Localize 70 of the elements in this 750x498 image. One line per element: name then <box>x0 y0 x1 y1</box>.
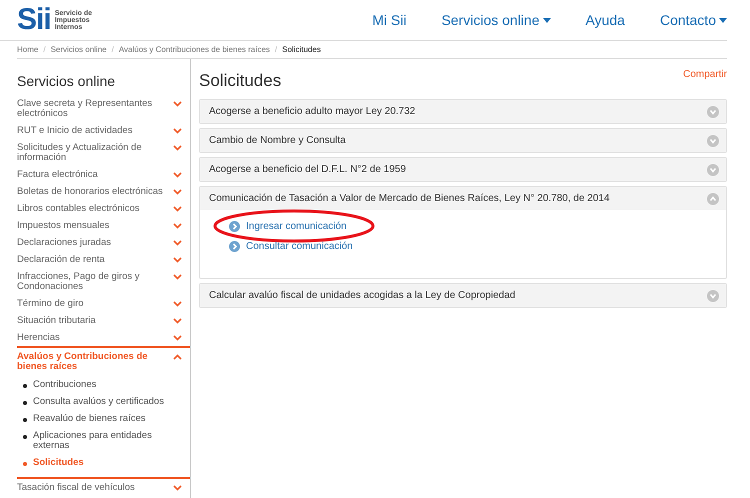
bullet-icon <box>23 418 27 422</box>
sidebar-subitem[interactable]: Aplicaciones para entidades externas <box>33 431 173 451</box>
chevron-icon <box>173 101 182 107</box>
chevron-icon <box>173 172 182 178</box>
chevron-circle-icon <box>707 164 719 176</box>
arrow-circle-icon <box>229 240 240 252</box>
breadcrumb-separator: / <box>43 45 46 54</box>
sidebar-item[interactable]: Tasación fiscal de vehículos <box>17 481 190 496</box>
nav-link[interactable]: Servicios online <box>441 12 550 28</box>
breadcrumb-link[interactable]: Solicitudes <box>282 45 321 54</box>
chevron-circle-icon <box>707 106 719 118</box>
sidebar-subitem[interactable]: Solicitudes <box>33 458 84 468</box>
sidebar-subitem[interactable]: Contribuciones <box>33 380 96 390</box>
sidebar-item[interactable]: Libros contables electrónicos <box>17 202 190 217</box>
nav-link[interactable]: Ayuda <box>586 12 625 28</box>
sidebar-item[interactable]: Boletas de honorarios electrónicas <box>17 185 190 200</box>
sidebar-item[interactable]: Término de giro <box>17 297 190 312</box>
content-link[interactable]: Consultar comunicación <box>246 240 353 252</box>
chevron-icon <box>173 240 182 246</box>
sidebar-item[interactable]: Factura electrónica <box>17 168 190 183</box>
breadcrumb-separator: / <box>112 45 114 54</box>
nav-link[interactable]: Contacto <box>660 12 727 28</box>
sidebar-subitem[interactable]: Reavalúo de bienes raíces <box>33 414 146 424</box>
sidebar-item[interactable]: Declaración de renta <box>17 253 190 268</box>
sidebar-item[interactable]: Clave secreta y Representantes electrónicos <box>17 97 190 122</box>
chevron-icon <box>173 145 182 151</box>
chevron-icon <box>173 257 182 263</box>
arrow-circle-icon <box>229 220 240 232</box>
bullet-icon <box>23 401 27 405</box>
bullet-icon <box>23 462 27 466</box>
share-link[interactable]: Compartir <box>683 69 727 80</box>
nav-link[interactable]: Mi Sii <box>372 12 406 28</box>
caret-icon <box>542 18 550 22</box>
sidebar-item[interactable]: Infracciones, Pago de giros y Condonaciones <box>17 270 190 295</box>
chevron-circle-icon <box>707 290 719 302</box>
logo-wordmark[interactable]: Sii <box>17 5 51 35</box>
chevron-icon <box>173 301 182 307</box>
sidebar-item[interactable]: Solicitudes y Actualización de información <box>17 141 190 166</box>
breadcrumb-link[interactable]: Home <box>17 45 38 54</box>
chevron-icon <box>173 189 182 195</box>
sidebar-item[interactable]: Situación tributaria <box>17 314 190 329</box>
chevron-circle-icon <box>707 192 719 204</box>
sidebar-item[interactable]: Declaraciones juradas <box>17 236 190 251</box>
chevron-icon <box>173 318 182 324</box>
breadcrumb-link[interactable]: Servicios online <box>50 45 107 54</box>
chevron-circle-icon <box>707 134 719 146</box>
bullet-icon <box>23 384 27 388</box>
sidebar-item[interactable]: Avalúos y Contribuciones de bienes raíces <box>17 348 190 375</box>
chevron-icon <box>173 223 182 229</box>
sidebar-item[interactable]: Impuestos mensuales <box>17 219 190 234</box>
accordion-header[interactable]: Acogerse a beneficio adulto mayor Ley 20.732 <box>200 100 726 123</box>
sidebar-subitem[interactable]: Consulta avalúos y certificados <box>33 397 164 407</box>
accordion-header[interactable]: Cambio de Nombre y Consulta <box>200 129 726 152</box>
breadcrumb-link[interactable]: Avalúos y Contribuciones de bienes raíces <box>118 45 270 54</box>
chevron-icon <box>173 206 182 212</box>
sidebar-item[interactable]: Herencias <box>17 331 190 346</box>
bullet-icon <box>23 435 27 439</box>
chevron-icon <box>173 485 182 491</box>
breadcrumb-separator: / <box>274 45 278 54</box>
accordion-header[interactable]: Calcular avalúo fiscal de unidades acogidas a la Ley de Copropiedad <box>200 284 726 307</box>
accordion-header[interactable]: Comunicación de Tasación a Valor de Mercado de Bienes Raíces, Ley N° 20.780, de 2014 <box>200 187 726 210</box>
chevron-icon <box>173 354 182 360</box>
chevron-icon <box>173 274 182 280</box>
sidebar-item[interactable]: RUT e Inicio de actividades <box>17 124 190 139</box>
sidebar-title: Servicios online <box>17 73 116 89</box>
accordion-header[interactable]: Acogerse a beneficio del D.F.L. N°2 de 1959 <box>200 158 726 181</box>
chevron-icon <box>173 128 182 134</box>
chevron-icon <box>173 335 182 341</box>
caret-icon <box>719 18 727 22</box>
page-title: Solicitudes <box>199 71 282 91</box>
